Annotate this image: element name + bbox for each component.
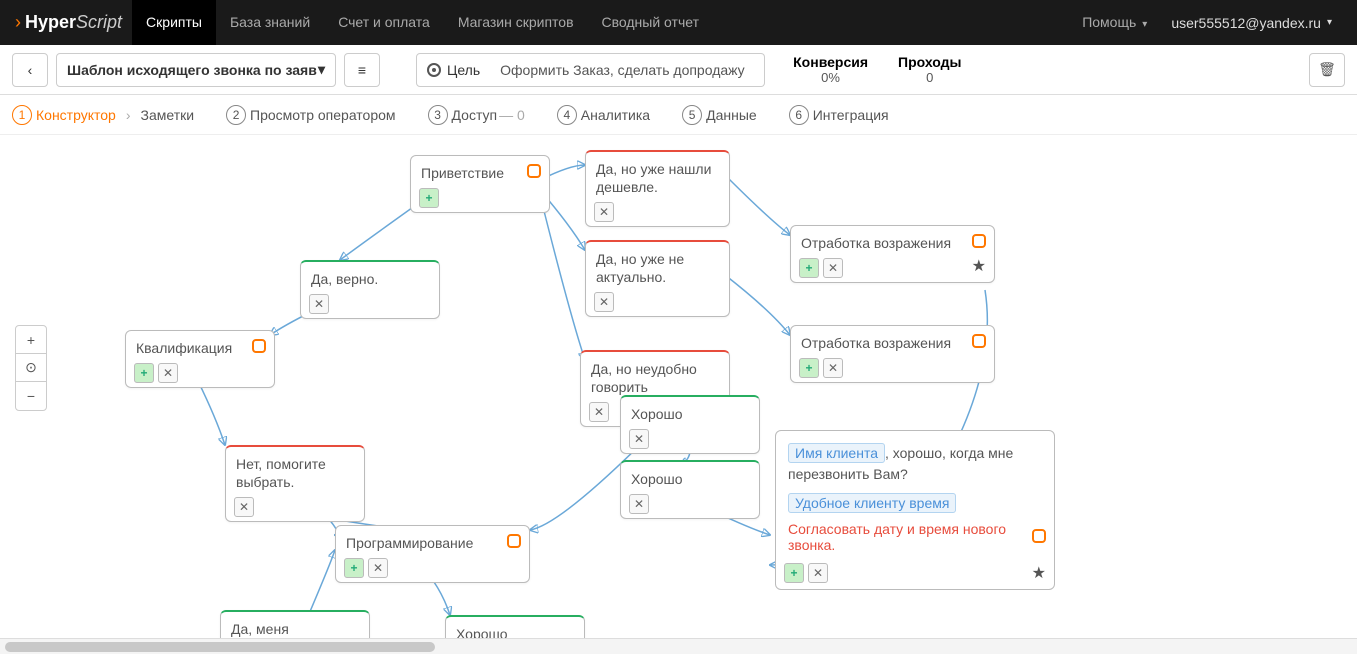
close-icon[interactable]: ✕ [629, 429, 649, 449]
delete-button[interactable] [1309, 53, 1345, 87]
stat-passes: Проходы 0 [898, 54, 961, 85]
nav-knowledge[interactable]: База знаний [216, 0, 324, 45]
logo-text-script: Script [76, 12, 122, 33]
tab-constructor[interactable]: 1 Конструктор [12, 105, 116, 125]
detail-body: Имя клиента, хорошо, когда мне перезвони… [788, 443, 1042, 485]
goal-label-button[interactable]: Цель [416, 53, 491, 87]
variable-tag[interactable]: Удобное клиенту время [788, 493, 956, 513]
add-icon[interactable]: + [134, 363, 154, 383]
nav-help[interactable]: Помощь▾ [1068, 0, 1161, 45]
tab-operator-view[interactable]: 2 Просмотр оператором [226, 105, 395, 125]
stat-conversion: Конверсия 0% [793, 54, 868, 85]
close-icon[interactable]: ✕ [158, 363, 178, 383]
back-button[interactable]: ‹ [12, 53, 48, 87]
checkbox-icon[interactable] [507, 534, 521, 548]
node-greeting[interactable]: Приветствие + [410, 155, 550, 213]
chevron-down-icon: ▾ [1142, 19, 1147, 30]
tab-analytics[interactable]: 4 Аналитика [557, 105, 650, 125]
star-icon[interactable]: ★ [1032, 563, 1046, 583]
node-ok-2[interactable]: Хорошо ✕ [620, 460, 760, 519]
nav-store[interactable]: Магазин скриптов [444, 0, 588, 45]
checkbox-icon[interactable] [972, 234, 986, 248]
close-icon[interactable]: ✕ [589, 402, 609, 422]
chevron-left-icon: ‹ [28, 62, 33, 78]
add-icon[interactable]: + [344, 558, 364, 578]
tab-notes[interactable]: Заметки [141, 107, 195, 123]
tabs-row: 1 Конструктор › Заметки 2 Просмотр опера… [0, 95, 1357, 135]
detail-panel[interactable]: Имя клиента, хорошо, когда мне перезвони… [775, 430, 1055, 590]
checkbox-icon[interactable] [252, 339, 266, 353]
stats: Конверсия 0% Проходы 0 [793, 54, 961, 85]
close-icon[interactable]: ✕ [234, 497, 254, 517]
template-dropdown[interactable]: Шаблон исходящего звонка по заяв ▾ [56, 53, 336, 87]
add-icon[interactable]: + [784, 563, 804, 583]
node-programming[interactable]: Программирование + ✕ [335, 525, 530, 583]
close-icon[interactable]: ✕ [594, 202, 614, 222]
logo[interactable]: › Hyper Script [15, 12, 122, 33]
tab-integration[interactable]: 6 Интеграция [789, 105, 889, 125]
nav-scripts[interactable]: Скрипты [132, 0, 216, 45]
node-yes-correct[interactable]: Да, верно. ✕ [300, 260, 440, 319]
scrollbar-thumb[interactable] [5, 642, 435, 652]
close-icon[interactable]: ✕ [368, 558, 388, 578]
logo-text-hyper: Hyper [25, 12, 76, 33]
tab-data[interactable]: 5 Данные [682, 105, 757, 125]
menu-button[interactable]: ≡ [344, 53, 380, 87]
checkbox-icon[interactable] [1032, 529, 1046, 543]
nav-user[interactable]: user555512@yandex.ru▾ [1161, 15, 1342, 31]
breadcrumb-sep: › [126, 107, 131, 123]
logo-caret-icon: › [15, 12, 21, 33]
zoom-center-button[interactable]: ⊙ [16, 354, 46, 382]
detail-instruction: Согласовать дату и время нового звонка. [788, 521, 1042, 553]
menu-icon: ≡ [358, 62, 366, 78]
close-icon[interactable]: ✕ [629, 494, 649, 514]
checkbox-icon[interactable] [972, 334, 986, 348]
node-not-relevant[interactable]: Да, но уже не актуально. ✕ [585, 240, 730, 317]
nav-report[interactable]: Сводный отчет [588, 0, 713, 45]
zoom-out-button[interactable]: − [16, 382, 46, 410]
toolbar: ‹ Шаблон исходящего звонка по заяв ▾ ≡ Ц… [0, 45, 1357, 95]
add-icon[interactable]: + [799, 358, 819, 378]
node-qualification[interactable]: Квалификация + ✕ [125, 330, 275, 388]
close-icon[interactable]: ✕ [823, 258, 843, 278]
chevron-down-icon: ▾ [1327, 17, 1332, 28]
flow-canvas[interactable]: + ⊙ − Приветствие + Д [0, 135, 1357, 654]
node-objection-2[interactable]: Отработка возражения + ✕ [790, 325, 995, 383]
zoom-in-button[interactable]: + [16, 326, 46, 354]
zoom-controls: + ⊙ − [15, 325, 47, 411]
add-icon[interactable]: + [419, 188, 439, 208]
top-nav: › Hyper Script Скрипты База знаний Счет … [0, 0, 1357, 45]
close-icon[interactable]: ✕ [823, 358, 843, 378]
horizontal-scrollbar[interactable] [0, 638, 1357, 654]
variable-tag[interactable]: Имя клиента [788, 443, 885, 463]
close-icon[interactable]: ✕ [309, 294, 329, 314]
close-icon[interactable]: ✕ [594, 292, 614, 312]
node-help-choose[interactable]: Нет, помогите выбрать. ✕ [225, 445, 365, 522]
tab-access[interactable]: 3 Доступ — 0 [428, 105, 525, 125]
trash-icon [1318, 61, 1336, 78]
star-icon[interactable]: ★ [972, 256, 986, 276]
nav-billing[interactable]: Счет и оплата [324, 0, 444, 45]
node-objection-1[interactable]: Отработка возражения ★ + ✕ [790, 225, 995, 283]
goal-input[interactable] [490, 53, 765, 87]
checkbox-icon[interactable] [527, 164, 541, 178]
node-ok-1[interactable]: Хорошо ✕ [620, 395, 760, 454]
node-found-cheaper[interactable]: Да, но уже нашли дешевле. ✕ [585, 150, 730, 227]
target-icon [427, 63, 441, 77]
add-icon[interactable]: + [799, 258, 819, 278]
close-icon[interactable]: ✕ [808, 563, 828, 583]
chevron-down-icon: ▾ [318, 61, 325, 78]
